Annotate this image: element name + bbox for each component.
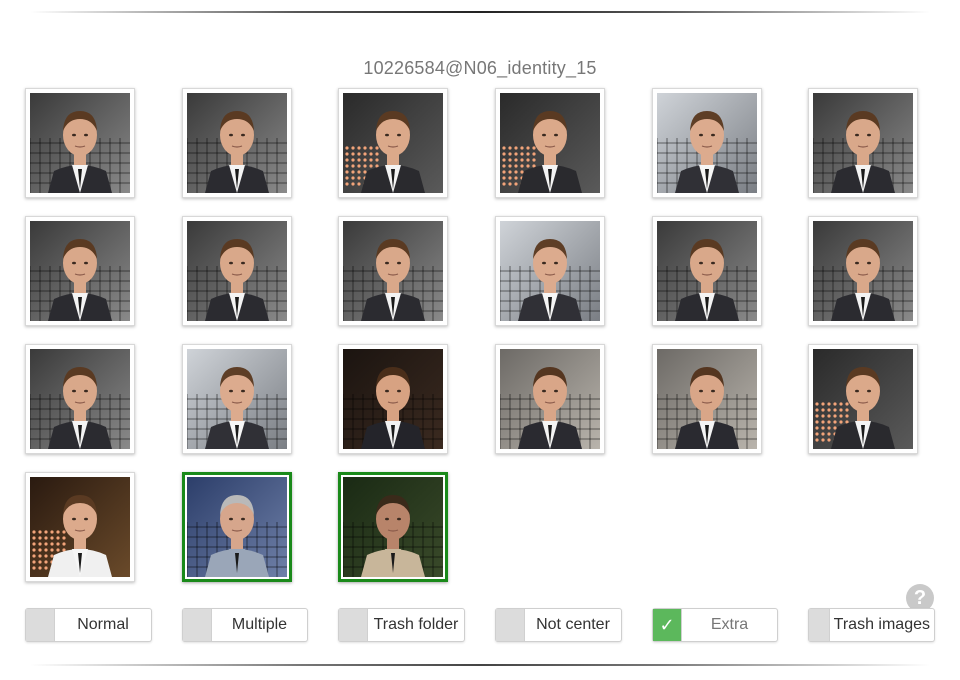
face-photo bbox=[30, 221, 130, 321]
face-thumbnail[interactable] bbox=[495, 216, 605, 326]
face-photo bbox=[187, 93, 287, 193]
toggle-trash-folder[interactable]: Trash folder bbox=[338, 608, 465, 642]
toggle-label: Extra bbox=[710, 616, 749, 633]
face-thumbnail[interactable] bbox=[652, 344, 762, 454]
face-photo bbox=[343, 477, 443, 577]
face-photo bbox=[30, 477, 130, 577]
toggle-multiple[interactable]: Multiple bbox=[182, 608, 308, 642]
checkbox-icon bbox=[183, 609, 212, 641]
checkbox-icon bbox=[26, 609, 55, 641]
toggle-trash-images[interactable]: Trash images bbox=[808, 608, 935, 642]
face-photo bbox=[657, 349, 757, 449]
face-photo bbox=[187, 221, 287, 321]
face-photo bbox=[500, 221, 600, 321]
top-divider bbox=[30, 11, 930, 13]
face-thumbnail[interactable] bbox=[495, 88, 605, 198]
face-thumbnail[interactable] bbox=[25, 472, 135, 582]
face-photo bbox=[813, 349, 913, 449]
checkbox-icon bbox=[809, 609, 830, 641]
toggle-normal[interactable]: Normal bbox=[25, 608, 152, 642]
face-thumbnail[interactable] bbox=[338, 88, 448, 198]
face-photo bbox=[813, 93, 913, 193]
face-photo bbox=[187, 477, 287, 577]
toggle-label: Normal bbox=[77, 616, 129, 633]
face-thumbnail[interactable] bbox=[808, 216, 918, 326]
face-photo bbox=[813, 221, 913, 321]
face-thumbnail[interactable] bbox=[808, 88, 918, 198]
face-thumbnail[interactable] bbox=[338, 472, 448, 582]
toggle-label: Not center bbox=[536, 616, 610, 633]
face-photo bbox=[30, 93, 130, 193]
toggle-label: Multiple bbox=[231, 616, 288, 633]
face-thumbnail[interactable] bbox=[808, 344, 918, 454]
face-thumbnail[interactable] bbox=[182, 344, 292, 454]
face-photo bbox=[500, 93, 600, 193]
face-thumbnail[interactable] bbox=[182, 88, 292, 198]
face-thumbnail[interactable] bbox=[652, 216, 762, 326]
face-photo bbox=[657, 221, 757, 321]
face-photo bbox=[343, 221, 443, 321]
identity-title: 10226584@N06_identity_15 bbox=[363, 58, 597, 78]
face-photo bbox=[657, 93, 757, 193]
toggle-label: Trash images bbox=[833, 616, 930, 633]
face-photo bbox=[343, 93, 443, 193]
checkbox-icon bbox=[496, 609, 525, 641]
face-thumbnail[interactable] bbox=[182, 216, 292, 326]
toggle-label: Trash folder bbox=[373, 616, 459, 633]
face-photo bbox=[187, 349, 287, 449]
face-photo bbox=[343, 349, 443, 449]
face-thumbnail[interactable] bbox=[338, 344, 448, 454]
face-thumbnail[interactable] bbox=[25, 88, 135, 198]
face-thumbnail[interactable] bbox=[495, 344, 605, 454]
face-thumbnail[interactable] bbox=[652, 88, 762, 198]
face-thumbnail[interactable] bbox=[25, 344, 135, 454]
face-thumbnail[interactable] bbox=[182, 472, 292, 582]
face-photo bbox=[500, 349, 600, 449]
check-icon: ✓ bbox=[653, 609, 682, 641]
toggle-not-center[interactable]: Not center bbox=[495, 608, 622, 642]
face-photo bbox=[30, 349, 130, 449]
face-thumbnail[interactable] bbox=[338, 216, 448, 326]
toggle-extra[interactable]: ✓ Extra bbox=[652, 608, 778, 642]
bottom-divider bbox=[30, 664, 930, 666]
face-thumbnail[interactable] bbox=[25, 216, 135, 326]
checkbox-icon bbox=[339, 609, 368, 641]
